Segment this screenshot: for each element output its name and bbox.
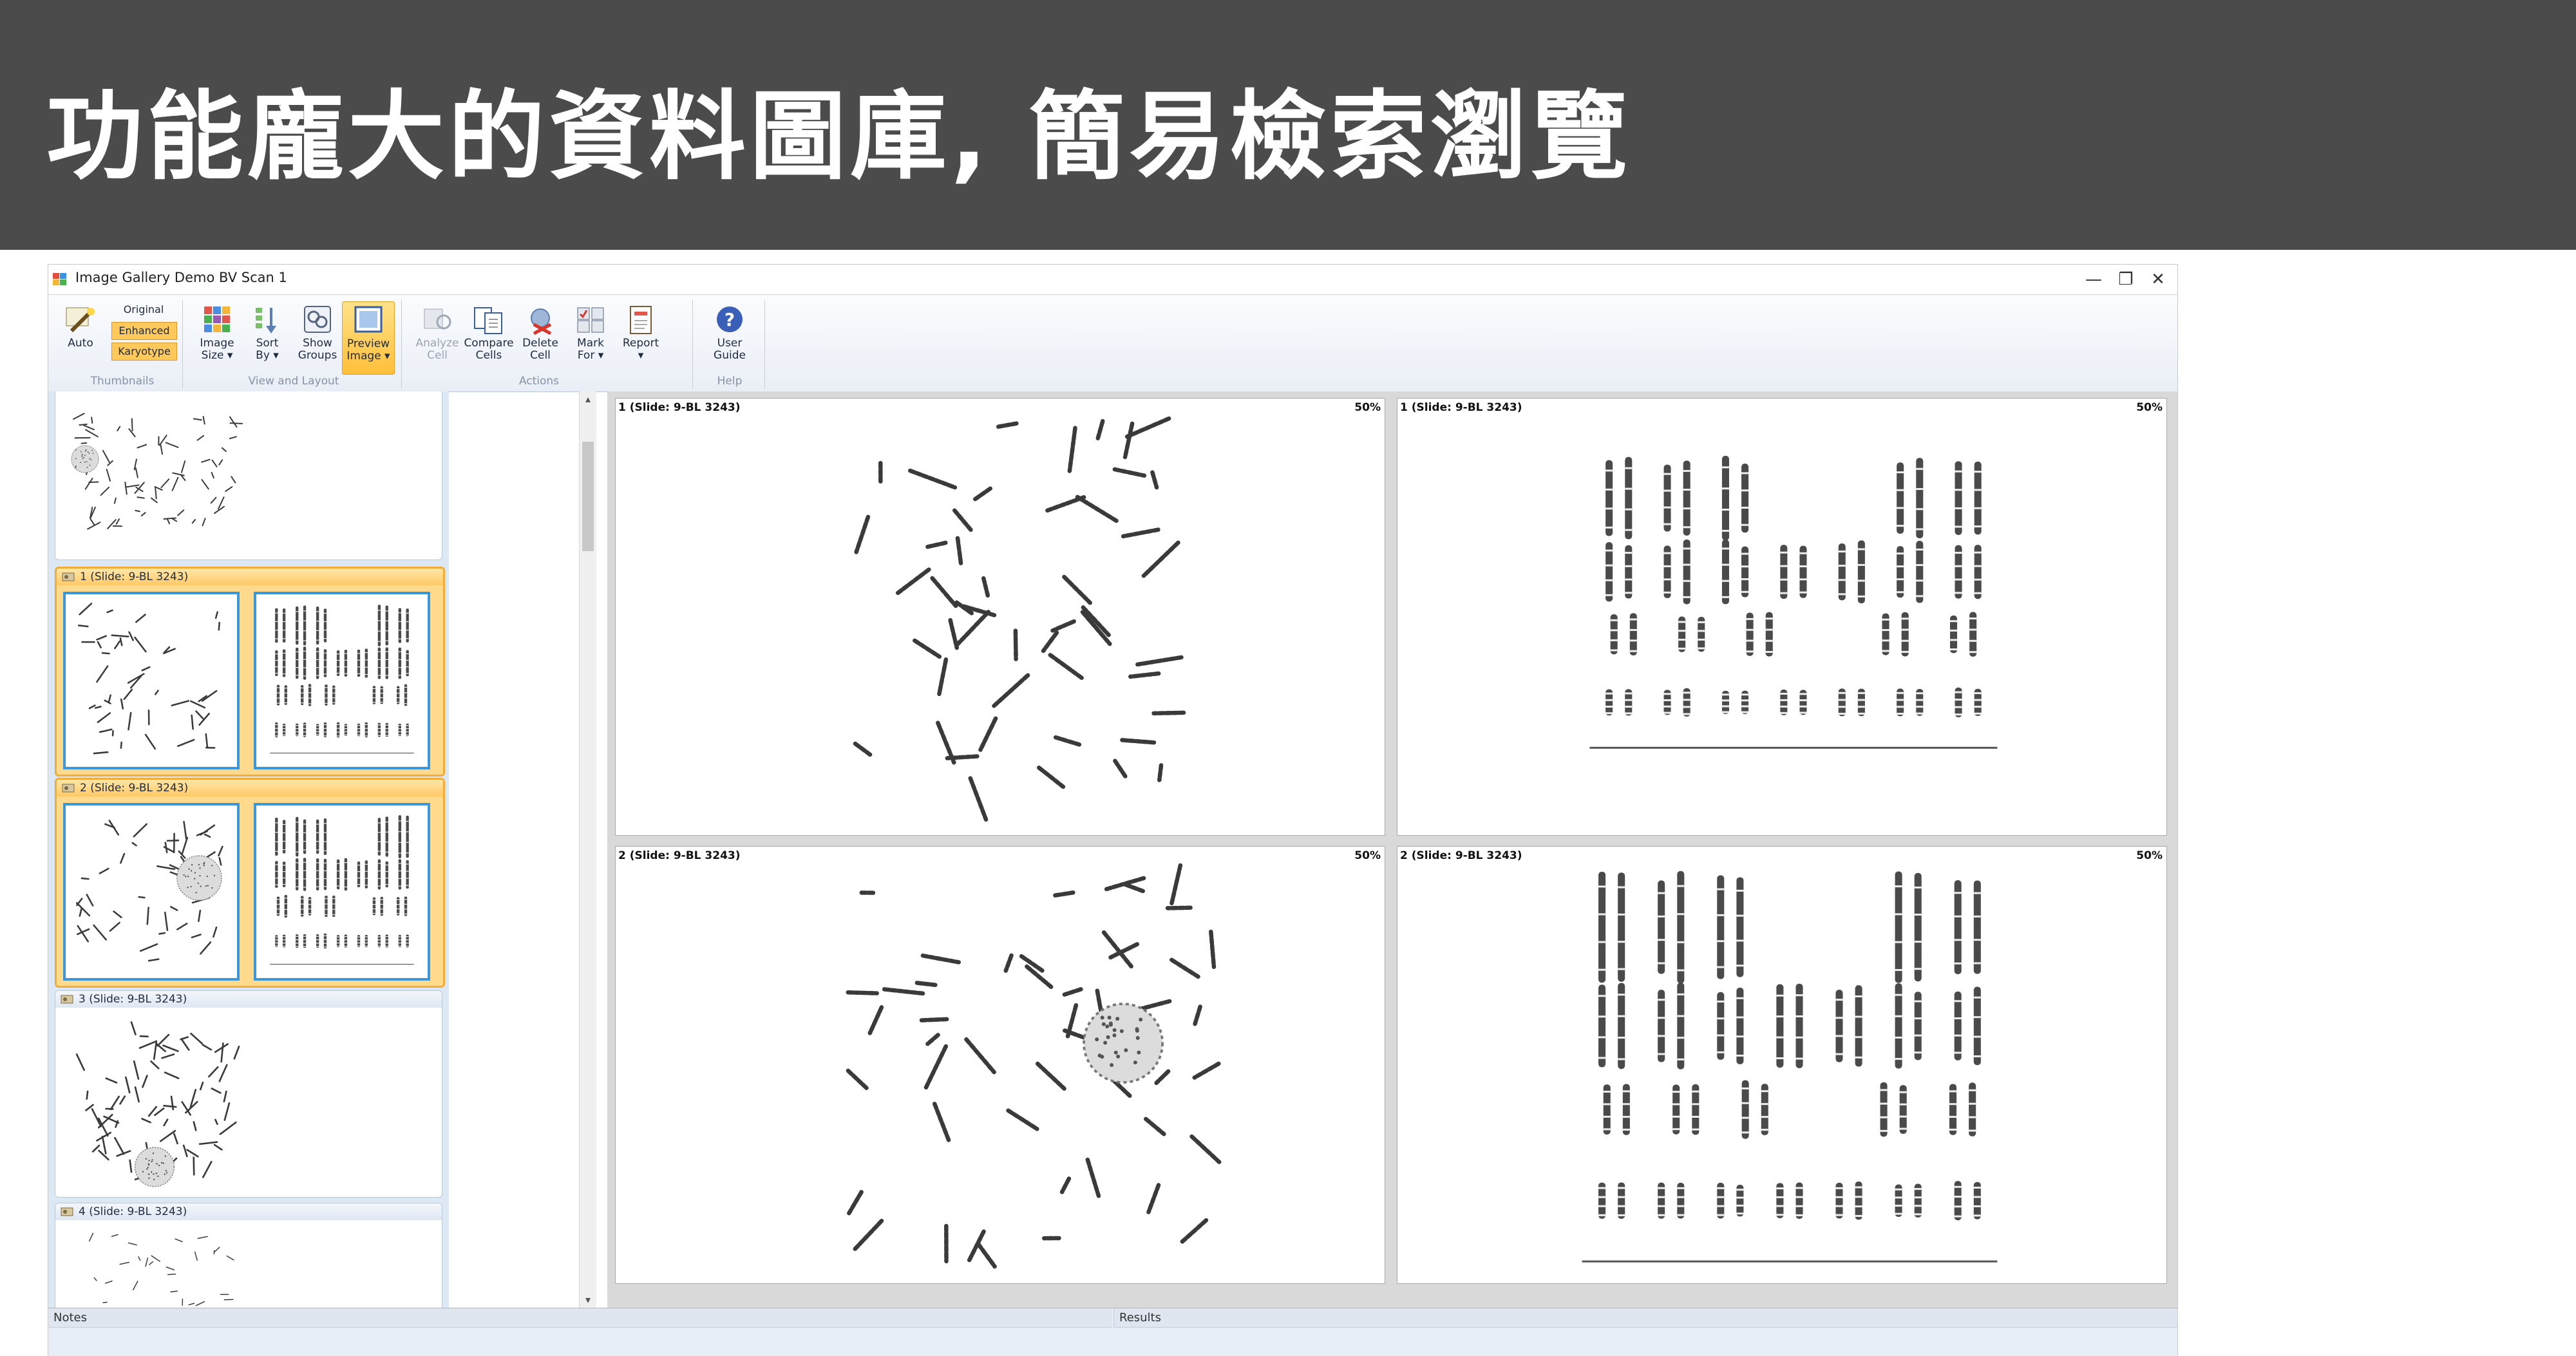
magic-wand-icon [62,303,99,337]
group-separator [764,300,765,389]
bottom-panel: Notes Results [48,1308,2177,1356]
app-icon [52,270,69,287]
metaphase-thumbnail[interactable] [63,592,240,769]
sort-by-button[interactable]: Sort By ▾ [242,301,293,373]
mark-for-button[interactable]: Mark For ▾ [565,301,616,373]
group-label-actions: Actions [412,375,667,388]
auto-label: Auto [55,337,106,350]
notes-header: Notes [48,1308,1112,1328]
cell-icon [62,572,75,582]
gallery-card-2[interactable]: 2 (Slide: 9-BL 3243) [55,778,445,988]
preview-pane-karyotype-1[interactable]: 1 (Slide: 9-BL 3243) 50% [1397,398,2167,836]
group-label-help: Help [699,375,761,388]
analyze-cell-button[interactable]: Analyze Cell [412,301,463,373]
auto-button[interactable]: Auto [55,301,106,373]
scrollbar-thumb[interactable] [582,442,594,551]
group-label-thumbnails: Thumbnails [68,375,177,388]
cell-icon [61,1207,73,1217]
compare-cells-label: Compare Cells [463,337,515,362]
delete-cell-button[interactable]: Delete Cell [515,301,566,373]
delete-cell-icon [522,303,558,337]
gallery-card-4[interactable]: 4 (Slide: 9-BL 3243) [55,1203,442,1308]
card-label: 4 (Slide: 9-BL 3243) [55,1203,442,1220]
mark-for-label: Mark For ▾ [565,337,616,362]
compare-cells-button[interactable]: Compare Cells [463,301,515,373]
app-window: Image Gallery Demo BV Scan 1 — ❐ ✕ Auto … [48,264,2178,1356]
thumb-option-original[interactable]: Original [111,301,176,318]
preview-pane-karyotype-2[interactable]: 2 (Slide: 9-BL 3243) 50% [1397,846,2167,1284]
thumb-option-enhanced[interactable]: Enhanced [111,322,177,340]
thumb-option-karyotype[interactable]: Karyotype [111,343,177,361]
window-title: Image Gallery Demo BV Scan 1 [75,270,287,285]
gallery-scrollbar[interactable]: ▴ ▾ [579,391,596,1308]
gallery-card-3[interactable]: 3 (Slide: 9-BL 3243) [55,990,442,1198]
show-groups-icon [299,303,336,337]
group-separator [401,300,402,389]
group-label-view-layout: View and Layout [191,375,396,388]
scroll-up-icon[interactable]: ▴ [580,391,596,407]
preview-pane-metaphase-1[interactable]: 1 (Slide: 9-BL 3243) 50% [615,398,1385,836]
help-icon: ? [712,303,748,337]
karyotype-thumbnail[interactable] [254,592,430,769]
group-separator [692,300,693,389]
banner-title: 功能龐大的資料圖庫, 簡易檢索瀏覽 [46,76,1631,198]
report-icon [623,303,659,337]
report-label: Report ▾ [615,337,667,362]
preview-pane-metaphase-2[interactable]: 2 (Slide: 9-BL 3243) 50% [615,846,1385,1284]
group-separator [182,300,183,389]
metaphase-thumbnail[interactable] [62,1014,255,1192]
analyze-cell-icon [419,303,455,337]
close-button[interactable]: ✕ [2139,267,2177,292]
gallery-card-1[interactable]: 1 (Slide: 9-BL 3243) [55,567,445,777]
title-bar: Image Gallery Demo BV Scan 1 — ❐ ✕ [48,265,2177,294]
metaphase-image [616,847,1385,1283]
banner: 功能龐大的資料圖庫, 簡易檢索瀏覽 [0,0,2576,250]
gallery-card[interactable] [55,391,442,560]
card-label: 1 (Slide: 9-BL 3243) [57,569,443,585]
svg-text:?: ? [724,309,735,330]
cell-icon [61,994,73,1004]
scroll-down-icon[interactable]: ▾ [580,1292,596,1308]
user-guide-label: User Guide [704,337,755,362]
report-button[interactable]: Report ▾ [615,301,667,373]
metaphase-image [616,399,1385,835]
image-size-label: Image Size ▾ [191,337,243,362]
compare-cells-icon [471,303,507,337]
metaphase-thumbnail[interactable] [62,405,255,540]
cell-icon [62,783,75,793]
delete-cell-label: Delete Cell [515,337,566,362]
karyotype-image [1397,399,2166,835]
analyze-cell-label: Analyze Cell [412,337,463,362]
preview-area: 1 (Slide: 9-BL 3243) 50% 1 (Slide: 9-BL … [607,391,2177,1308]
preview-image-label: Preview Image ▾ [343,338,394,363]
mark-for-icon [573,303,609,337]
karyotype-image [1397,847,2166,1283]
karyotype-thumbnail[interactable] [254,803,430,981]
image-size-icon [199,303,235,337]
card-label: 3 (Slide: 9-BL 3243) [55,991,442,1008]
metaphase-thumbnail[interactable] [63,803,240,981]
gallery-panel: 1 (Slide: 9-BL 3243) 2 (Slide: 9-BL 3243… [48,391,449,1308]
card-label: 2 (Slide: 9-BL 3243) [57,780,443,796]
metaphase-thumbnail[interactable] [62,1227,255,1308]
ribbon-toolbar: Auto Original Enhanced Karyotype Thumbna… [48,294,2177,392]
show-groups-button[interactable]: Show Groups [292,301,343,373]
preview-image-button[interactable]: Preview Image ▾ [342,301,395,375]
image-size-button[interactable]: Image Size ▾ [191,301,243,373]
user-guide-button[interactable]: ? User Guide [704,301,755,373]
sort-icon [249,303,285,337]
sort-by-label: Sort By ▾ [242,337,293,362]
show-groups-label: Show Groups [292,337,343,362]
results-header: Results [1113,1308,2177,1328]
preview-image-icon [350,303,386,338]
